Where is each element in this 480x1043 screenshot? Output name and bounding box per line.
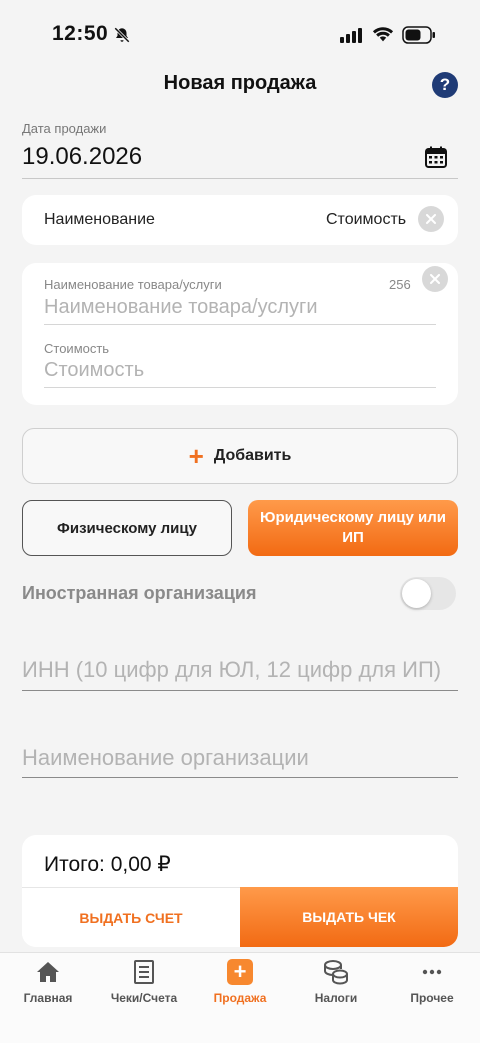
item-name-input[interactable]: Наименование товара/услуги — [44, 296, 436, 319]
issue-receipt-button[interactable]: ВЫДАТЬ ЧЕК — [240, 887, 458, 947]
item-cost-label: Стоимость — [44, 341, 110, 356]
wifi-icon — [372, 27, 394, 42]
remove-item-button[interactable] — [422, 266, 448, 292]
cellular-signal-icon — [340, 28, 362, 43]
tab-sale-label: Продажа — [213, 991, 267, 1005]
battery-icon — [402, 26, 435, 44]
item-name-underline — [44, 324, 436, 325]
tab-home[interactable]: Главная — [0, 958, 96, 1005]
plus-square-icon: + — [227, 959, 253, 985]
receipt-icon — [134, 960, 154, 984]
home-icon — [37, 962, 59, 982]
page-title: Новая продажа — [163, 72, 317, 94]
add-item-button[interactable]: + Добавить — [22, 428, 458, 484]
status-time: 12:50 — [52, 22, 109, 45]
item-name-label: Наименование товара/услуги — [44, 277, 222, 292]
tab-taxes-label: Налоги — [314, 991, 358, 1005]
tab-more[interactable]: Прочее — [384, 958, 480, 1005]
inn-input[interactable]: ИНН (10 цифр для ЮЛ, 12 цифр для ИП) — [22, 657, 458, 683]
tab-receipts-label: Чеки/Счета — [110, 991, 178, 1005]
total-amount: Итого: 0,00 ₽ — [44, 853, 171, 876]
calendar-icon[interactable] — [424, 145, 448, 169]
add-item-label: Добавить — [213, 447, 292, 464]
tab-taxes[interactable]: Налоги — [288, 958, 384, 1005]
coins-icon — [324, 960, 348, 985]
more-icon — [422, 969, 442, 975]
items-header-cost: Стоимость — [326, 211, 407, 228]
org-name-underline — [22, 777, 458, 778]
sale-date-label: Дата продажи — [22, 121, 107, 136]
tab-more-label: Прочее — [410, 991, 454, 1005]
close-icon — [426, 214, 436, 224]
foreign-org-label: Иностранная организация — [22, 583, 257, 603]
legal-entity-buyer-button[interactable]: Юридическому лицу или ИП — [248, 500, 458, 556]
item-name-counter: 256 — [389, 277, 411, 292]
issue-invoice-button[interactable]: ВЫДАТЬ СЧЕТ — [22, 887, 240, 947]
close-icon — [430, 274, 440, 284]
org-name-input[interactable]: Наименование организации — [22, 745, 458, 771]
inn-underline — [22, 690, 458, 691]
plus-icon: + — [188, 441, 204, 471]
tab-home-label: Главная — [23, 991, 73, 1005]
items-header-name: Наименование — [44, 211, 155, 228]
toggle-knob — [402, 579, 431, 608]
date-underline — [22, 178, 458, 179]
sale-date-field[interactable]: 19.06.2026 — [22, 143, 142, 171]
item-cost-input[interactable]: Стоимость — [44, 359, 436, 382]
clear-all-button[interactable] — [418, 206, 444, 232]
tab-receipts[interactable]: Чеки/Счета — [96, 958, 192, 1005]
item-cost-underline — [44, 387, 436, 388]
individual-buyer-button[interactable]: Физическому лицу — [22, 500, 232, 556]
bell-off-icon — [114, 27, 130, 43]
help-button[interactable]: ? — [432, 72, 458, 98]
tab-sale[interactable]: + Продажа — [192, 958, 288, 1005]
